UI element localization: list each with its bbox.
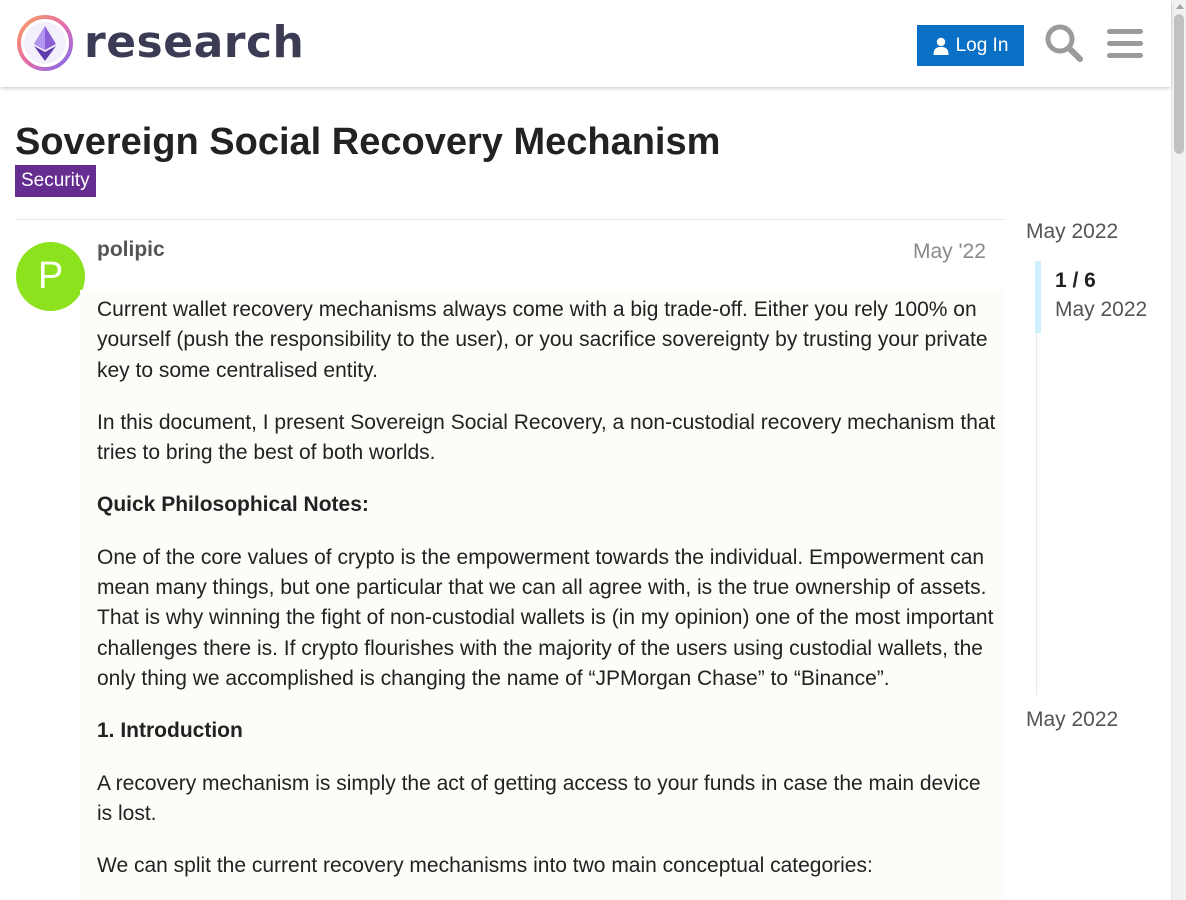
site-header: research Log In (0, 0, 1171, 87)
post-paragraph: One of the core values of crypto is the … (97, 545, 994, 690)
post-date[interactable]: May '22 (913, 240, 986, 264)
post-paragraph: Current wallet recovery mechanisms alway… (97, 298, 988, 382)
post-paragraph: A recovery mechanism is simply the act o… (97, 771, 981, 825)
scroll-up-arrow-icon[interactable] (1176, 4, 1184, 9)
topic-title[interactable]: Sovereign Social Recovery Mechanism (15, 120, 720, 164)
magnifier-glyph (1045, 24, 1083, 62)
hamburger-menu-icon[interactable] (1104, 22, 1146, 64)
post-content: Current wallet recovery mechanisms alway… (97, 295, 997, 900)
title-divider (15, 219, 1004, 220)
scroll-thumb[interactable] (1174, 14, 1184, 154)
post-heading: 1. Introduction (97, 716, 997, 746)
search-icon[interactable] (1043, 22, 1085, 64)
timeline-position-date: May 2022 (1055, 298, 1148, 321)
site-logo[interactable]: research (16, 14, 304, 72)
page-scrollbar[interactable] (1171, 0, 1186, 900)
introduction-heading: 1. Introduction (97, 719, 243, 743)
logo-text: research (84, 17, 305, 68)
timeline-start-date[interactable]: May 2022 (1026, 220, 1118, 244)
log-in-label: Log In (955, 34, 1009, 56)
timeline-position: 1 / 6 (1055, 269, 1096, 292)
menu-glyph (1107, 29, 1143, 58)
post-heading: Quick Philosophical Notes: (97, 490, 997, 520)
log-in-button[interactable]: Log In (917, 25, 1024, 66)
user-icon (933, 37, 949, 55)
post-username[interactable]: polipic (97, 238, 165, 262)
timeline-end-date[interactable]: May 2022 (1026, 708, 1118, 732)
timeline-scroll-handle[interactable] (1035, 261, 1041, 333)
philosophical-notes-heading: Quick Philosophical Notes: (97, 493, 369, 517)
post-paragraph: In this document, I present Sovereign So… (97, 410, 996, 465)
post-paragraph: We can split the current recovery mechan… (97, 854, 873, 878)
ethereum-research-logo-icon (17, 15, 73, 71)
category-badge[interactable]: Security (15, 165, 96, 197)
avatar[interactable]: P (16, 242, 85, 311)
